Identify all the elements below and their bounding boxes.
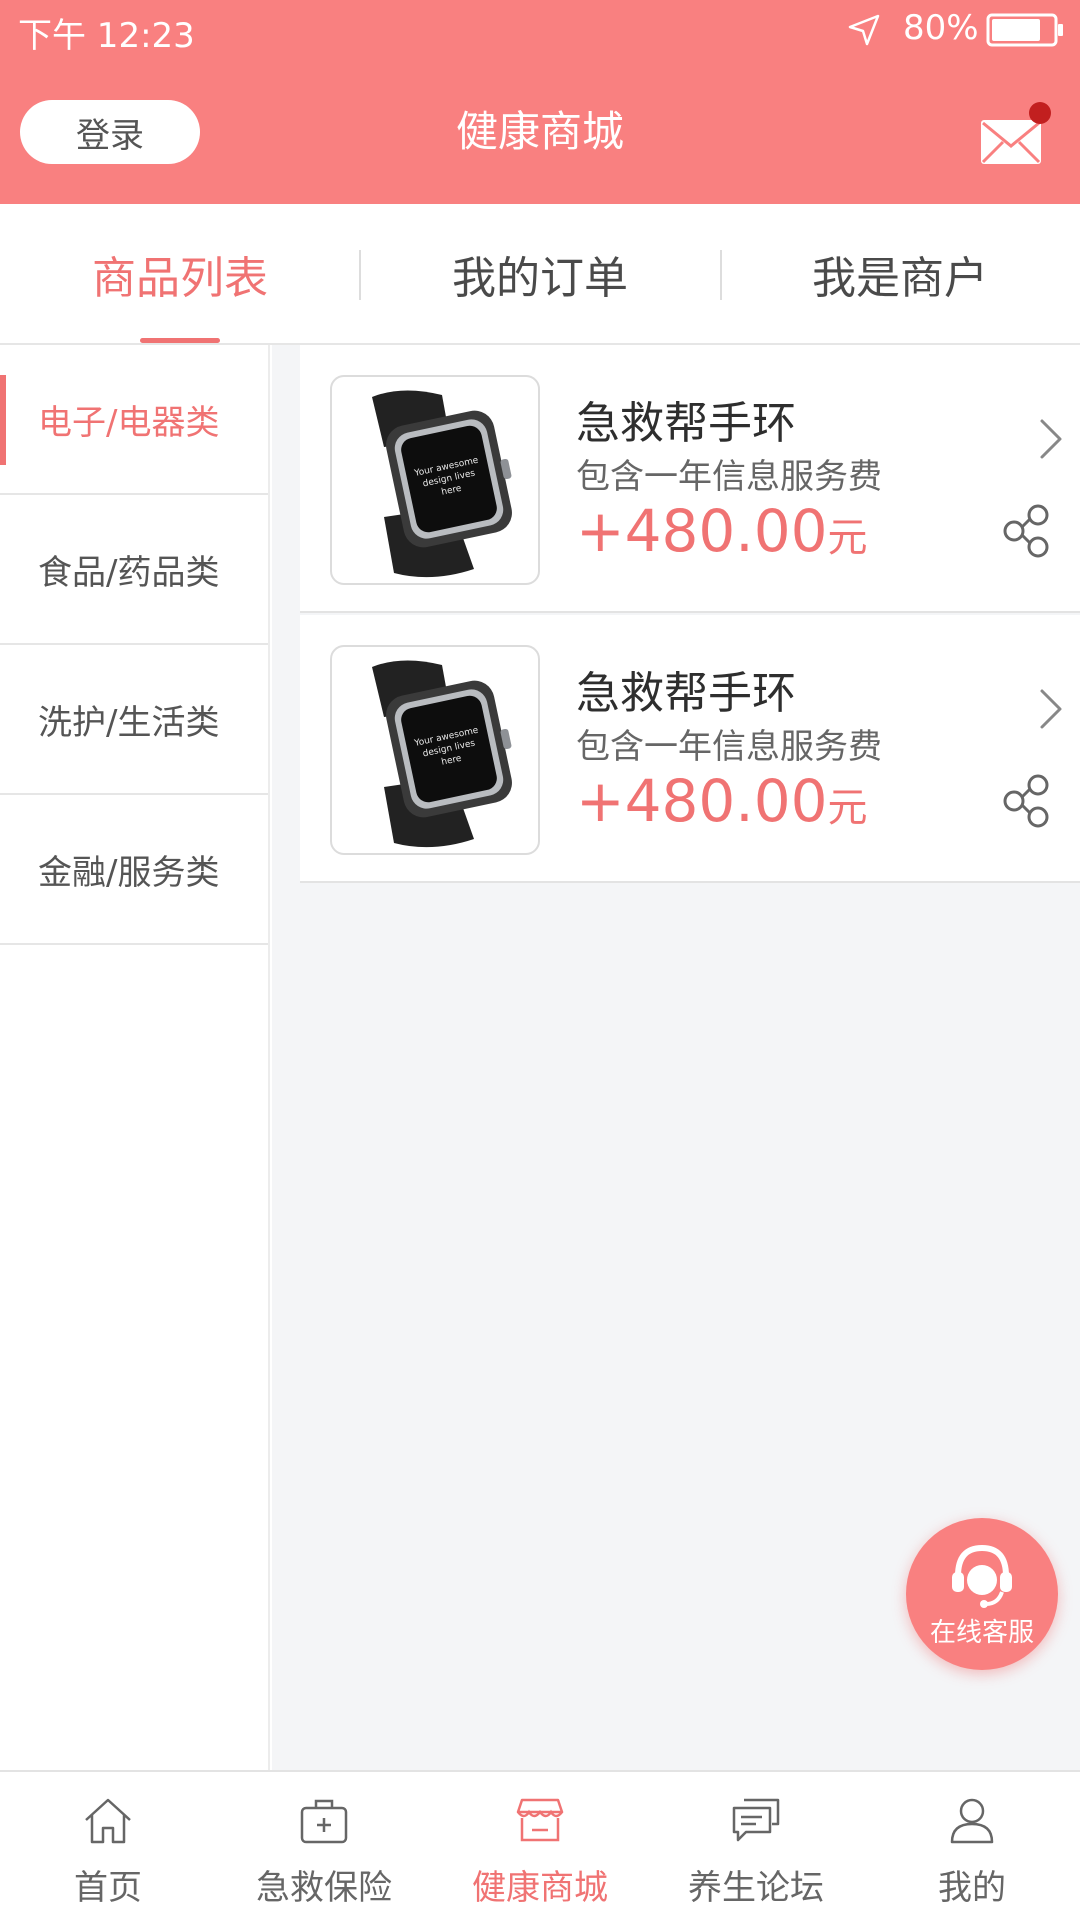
nav-label: 急救保险	[256, 1868, 392, 1908]
nav-label: 健康商城	[472, 1868, 608, 1908]
product-price: +480.00元	[576, 767, 868, 835]
category-food-medicine[interactable]: 食品/药品类	[0, 495, 268, 645]
nav-insurance[interactable]: 急救保险	[216, 1772, 432, 1920]
chat-icon	[732, 1798, 780, 1842]
category-label: 金融/服务类	[38, 852, 220, 893]
category-label: 洗护/生活类	[38, 702, 220, 743]
active-category-indicator	[0, 375, 6, 465]
battery-icon	[986, 13, 1063, 47]
category-finance-services[interactable]: 金融/服务类	[0, 795, 268, 945]
product-card[interactable]: Your awesome design lives here 急救帮手环 包含一…	[300, 345, 1080, 613]
service-label: 在线客服	[929, 1618, 1034, 1648]
price-value: +480.00	[576, 497, 828, 565]
home-icon	[85, 1798, 131, 1844]
category-label: 电子/电器类	[38, 402, 220, 443]
tab-product-list[interactable]: 商品列表	[0, 204, 360, 343]
chevron-right-icon[interactable]	[1038, 417, 1064, 461]
tab-label: 我是商户	[812, 252, 988, 304]
nav-home[interactable]: 首页	[0, 1772, 216, 1920]
unread-badge	[1029, 102, 1051, 124]
nav-label: 首页	[74, 1868, 142, 1908]
first-aid-kit-icon	[300, 1799, 348, 1844]
active-tab-indicator	[140, 338, 220, 343]
tab-merchant[interactable]: 我是商户	[720, 204, 1080, 343]
login-button[interactable]: 登录	[20, 100, 200, 164]
category-care-living[interactable]: 洗护/生活类	[0, 645, 268, 795]
category-sidebar: 电子/电器类 食品/药品类 洗护/生活类 金融/服务类	[0, 345, 270, 1770]
chevron-right-icon[interactable]	[1038, 687, 1064, 731]
smartwatch-icon: Your awesome design lives here	[372, 660, 512, 848]
app-header: 下午 12:23 80% 登录 健康商城	[0, 0, 1080, 204]
category-label: 食品/药品类	[38, 552, 220, 593]
tab-bar: 商品列表 我的订单 我是商户	[0, 204, 1080, 345]
nav-forum[interactable]: 养生论坛	[648, 1772, 864, 1920]
nav-label: 养生论坛	[688, 1868, 824, 1908]
share-icon[interactable]	[1000, 773, 1056, 829]
product-description: 包含一年信息服务费	[576, 727, 882, 767]
page-title: 健康商城	[455, 107, 624, 156]
user-icon	[950, 1798, 994, 1844]
store-icon	[516, 1798, 564, 1842]
product-image: Your awesome design lives here	[330, 645, 540, 855]
headset-icon	[952, 1544, 1012, 1608]
nav-profile[interactable]: 我的	[864, 1772, 1080, 1920]
mail-icon	[981, 120, 1041, 164]
share-icon[interactable]	[1000, 503, 1056, 559]
tab-label: 商品列表	[92, 252, 268, 304]
product-name: 急救帮手环	[576, 398, 796, 449]
battery-percent: 80%	[903, 8, 979, 48]
online-service-button[interactable]: 在线客服	[906, 1518, 1058, 1670]
bottom-nav: 首页 急救保险 健康商城 养生论坛 我的	[0, 1770, 1080, 1920]
category-electronics[interactable]: 电子/电器类	[0, 345, 268, 495]
product-image: Your awesome design lives here	[330, 375, 540, 585]
nav-label: 我的	[938, 1868, 1006, 1908]
status-time: 下午 12:23	[18, 16, 195, 56]
price-unit: 元	[827, 515, 868, 561]
messages-button[interactable]	[975, 100, 1055, 170]
price-unit: 元	[827, 785, 868, 831]
tab-label: 我的订单	[452, 252, 628, 304]
product-price: +480.00元	[576, 497, 868, 565]
product-description: 包含一年信息服务费	[576, 457, 882, 497]
smartwatch-icon: Your awesome design lives here	[372, 390, 512, 578]
price-value: +480.00	[576, 767, 828, 835]
product-card[interactable]: Your awesome design lives here 急救帮手环 包含一…	[300, 615, 1080, 883]
location-arrow-icon	[848, 14, 880, 46]
tab-my-orders[interactable]: 我的订单	[360, 204, 720, 343]
product-name: 急救帮手环	[576, 668, 796, 719]
nav-store[interactable]: 健康商城	[432, 1772, 648, 1920]
status-bar: 下午 12:23 80%	[0, 0, 1080, 60]
